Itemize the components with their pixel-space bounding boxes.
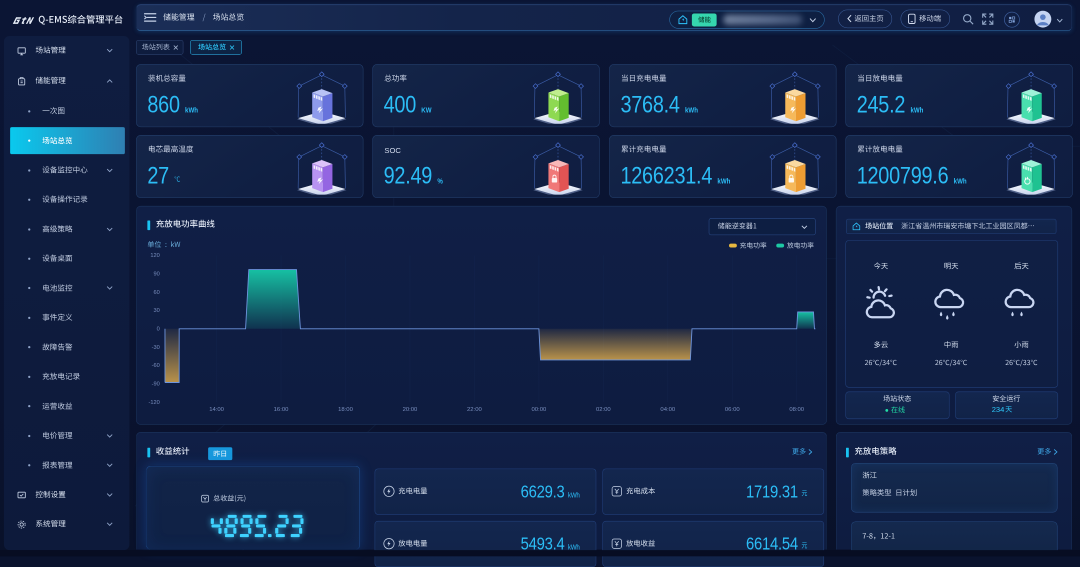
svg-text:-90: -90 — [152, 381, 160, 387]
svg-text:90: 90 — [154, 272, 160, 278]
svg-text:02:00: 02:00 — [596, 407, 611, 413]
svg-text:0: 0 — [157, 326, 160, 332]
svg-text:60: 60 — [154, 290, 160, 296]
svg-text:04:00: 04:00 — [660, 407, 675, 413]
svg-text:30: 30 — [154, 308, 160, 314]
svg-text:-60: -60 — [152, 363, 160, 369]
svg-text:-30: -30 — [152, 345, 160, 351]
svg-text:20:00: 20:00 — [403, 407, 418, 413]
svg-text:22:00: 22:00 — [467, 407, 482, 413]
svg-text:120: 120 — [150, 253, 159, 259]
svg-text:08:00: 08:00 — [789, 407, 804, 413]
svg-text:-120: -120 — [149, 400, 160, 406]
svg-text:18:00: 18:00 — [338, 407, 353, 413]
svg-text:16:00: 16:00 — [274, 407, 289, 413]
svg-text:14:00: 14:00 — [209, 407, 224, 413]
svg-text:00:00: 00:00 — [532, 407, 547, 413]
svg-text:06:00: 06:00 — [725, 407, 740, 413]
